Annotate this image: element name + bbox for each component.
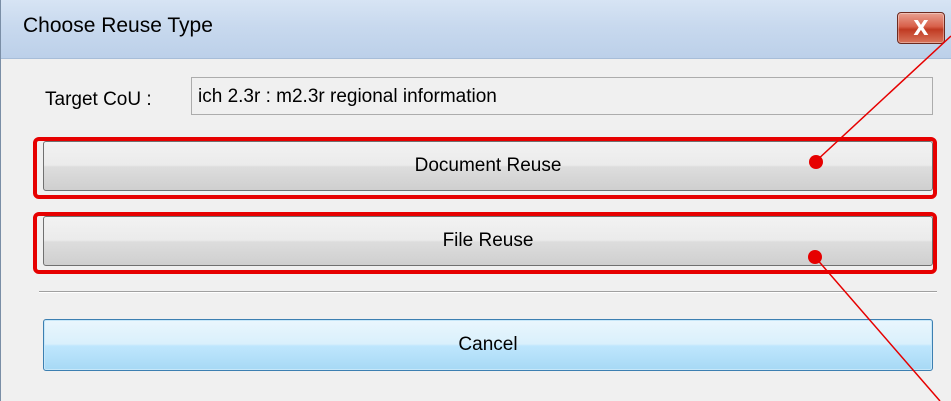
file-reuse-marker-dot bbox=[808, 250, 822, 264]
dialog-title: Choose Reuse Type bbox=[23, 14, 213, 37]
document-reuse-button[interactable]: Document Reuse bbox=[43, 141, 933, 191]
target-cou-field: ich 2.3r : m2.3r regional information bbox=[191, 77, 933, 115]
cancel-label: Cancel bbox=[458, 334, 518, 355]
file-reuse-label: File Reuse bbox=[442, 230, 534, 251]
target-cou-label: Target CoU : bbox=[45, 89, 152, 110]
divider bbox=[39, 291, 937, 293]
choose-reuse-type-dialog: Choose Reuse Type X Target CoU : ich 2.3… bbox=[0, 0, 951, 401]
file-reuse-button[interactable]: File Reuse bbox=[43, 216, 933, 266]
document-reuse-label: Document Reuse bbox=[414, 155, 562, 176]
document-reuse-marker-dot bbox=[809, 155, 823, 169]
close-icon: X bbox=[913, 16, 929, 40]
dialog-titlebar: Choose Reuse Type X bbox=[1, 0, 951, 59]
dialog-content: Target CoU : ich 2.3r : m2.3r regional i… bbox=[1, 59, 951, 401]
cancel-button[interactable]: Cancel bbox=[43, 319, 933, 371]
close-button[interactable]: X bbox=[897, 12, 945, 44]
